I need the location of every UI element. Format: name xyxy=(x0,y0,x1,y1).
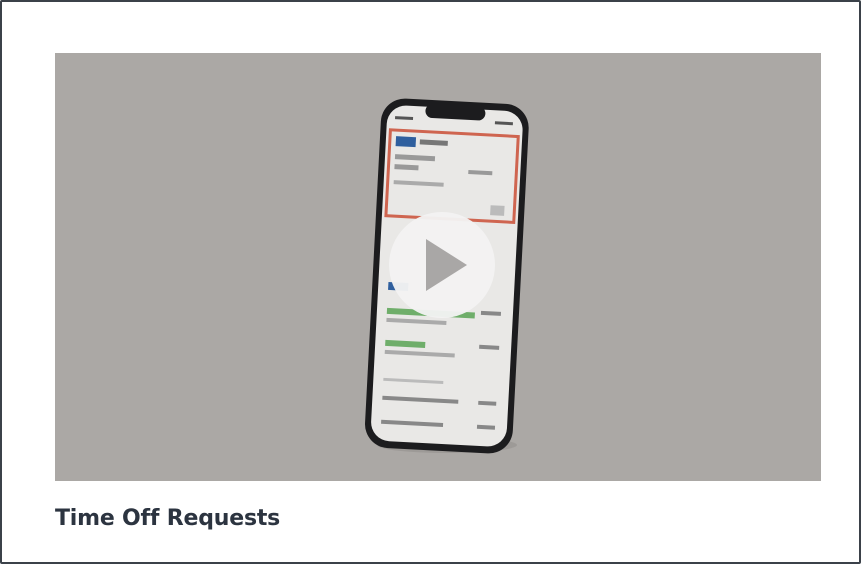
video-card: Time Off Requests xyxy=(0,0,861,564)
video-thumbnail xyxy=(365,98,529,454)
video-player[interactable] xyxy=(55,53,821,481)
play-button[interactable] xyxy=(389,212,495,318)
video-title: Time Off Requests xyxy=(55,506,281,531)
